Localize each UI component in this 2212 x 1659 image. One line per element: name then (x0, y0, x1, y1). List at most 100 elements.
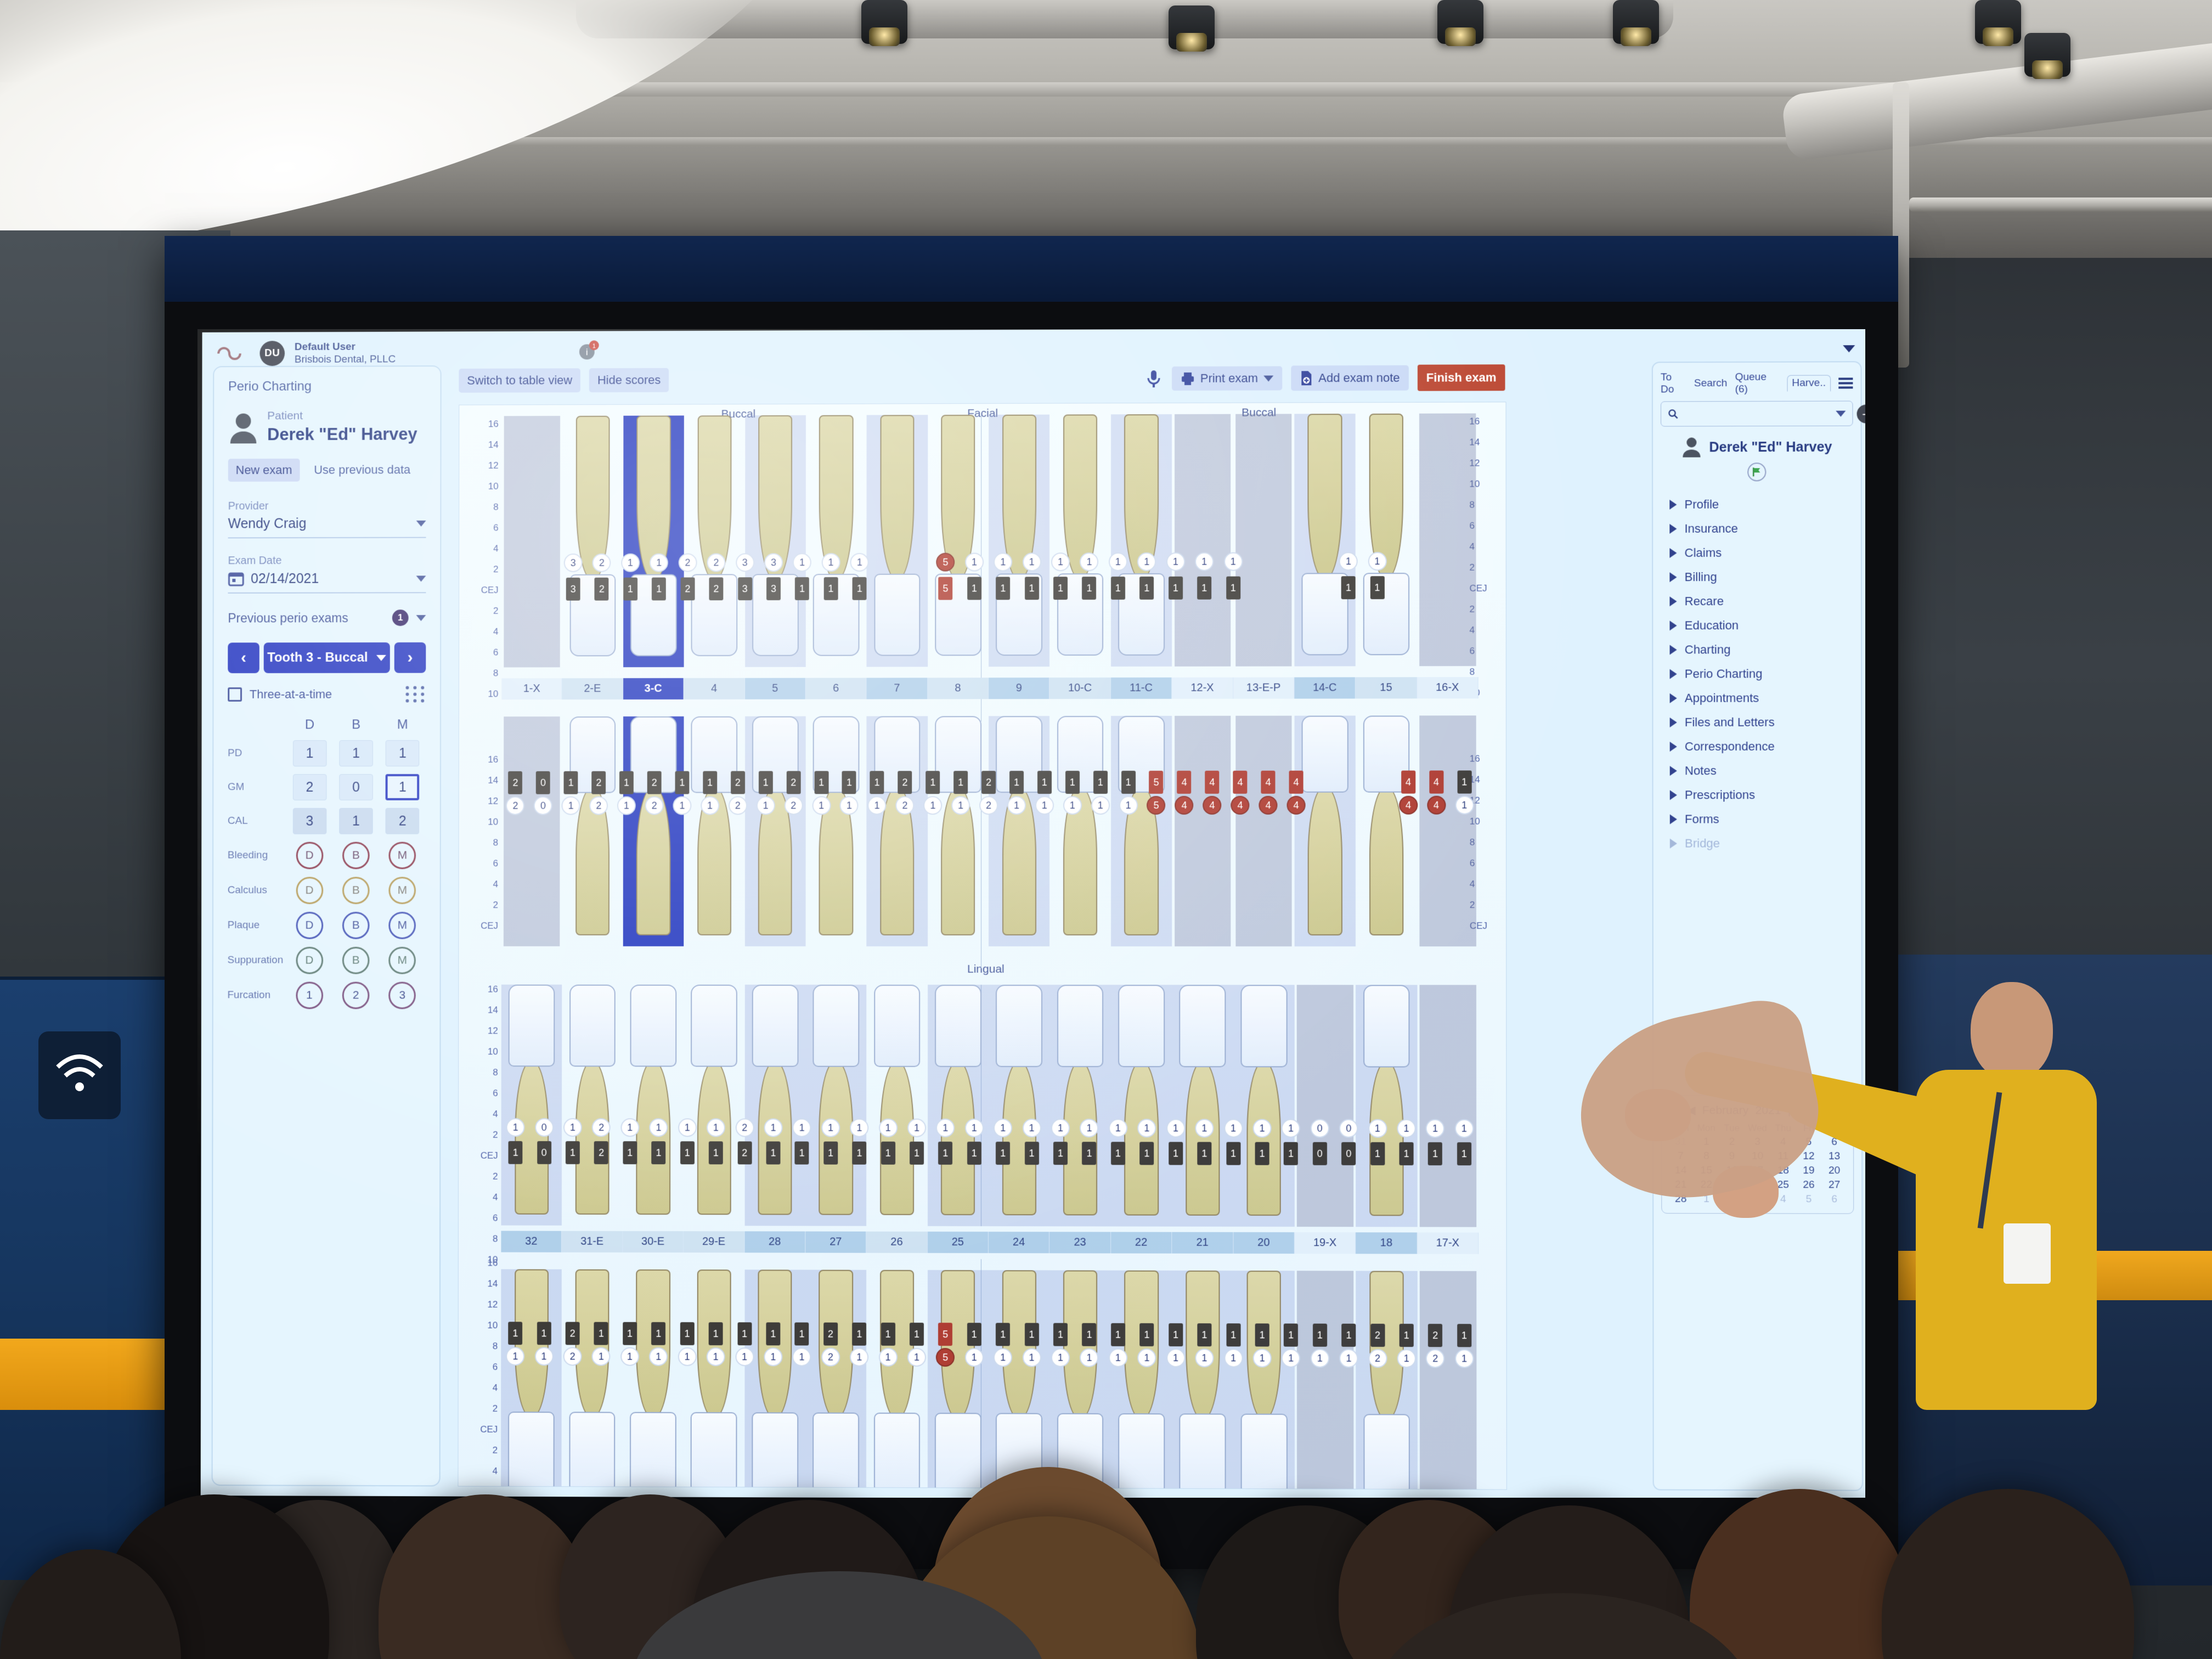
probing-depth-marker[interactable]: 1 (870, 771, 884, 794)
probing-depth-marker[interactable]: 1 (652, 578, 666, 601)
probing-depth-marker[interactable]: 1 (1111, 1142, 1125, 1165)
tab-queue[interactable]: Queue (6) (1735, 371, 1779, 396)
probing-depth-score-bubble[interactable]: 2 (729, 796, 747, 815)
probing-depth-score-bubble[interactable]: 1 (1007, 796, 1026, 815)
probing-depth-score-bubble[interactable]: 1 (965, 553, 984, 572)
tooth-number-cell[interactable]: 23 (1049, 1232, 1110, 1253)
tooth-number-cell[interactable]: 16-X (1417, 677, 1479, 698)
probing-depth-marker[interactable]: 1 (996, 1142, 1010, 1165)
probing-depth-marker[interactable]: 1 (1457, 770, 1471, 793)
probing-depth-score-bubble[interactable]: 1 (621, 554, 640, 572)
probing-depth-score-bubble[interactable]: 1 (821, 1119, 840, 1137)
probing-depth-score-bubble[interactable]: 1 (1252, 1119, 1271, 1138)
probing-depth-marker[interactable]: 1 (814, 771, 828, 794)
probing-depth-marker[interactable]: 1 (1093, 771, 1108, 794)
tooth-number-cell[interactable]: 3-C (623, 678, 684, 699)
new-exam-button[interactable]: New exam (228, 459, 300, 482)
tooth-number-cell[interactable]: 31-E (562, 1231, 623, 1252)
measurement-toggle-circle[interactable]: B (342, 912, 370, 939)
probing-depth-score-bubble[interactable]: 2 (784, 796, 803, 815)
probing-depth-marker[interactable]: 1 (1226, 1142, 1240, 1165)
probing-depth-score-bubble[interactable]: 1 (1109, 1119, 1127, 1137)
probing-depth-marker[interactable]: 2 (595, 578, 609, 601)
measurement-toggle-circle[interactable]: B (342, 842, 370, 869)
probing-depth-marker[interactable]: 1 (1139, 577, 1154, 600)
nav-item-insurance[interactable]: Insurance (1661, 516, 1853, 541)
probing-depth-marker[interactable]: 1 (1169, 577, 1183, 600)
probing-depth-marker[interactable]: 1 (967, 1142, 981, 1165)
measurement-toggle-circle[interactable]: D (296, 912, 323, 939)
probing-depth-score-bubble[interactable]: 1 (617, 797, 636, 815)
tooth-number-cell[interactable]: 17-X (1417, 1233, 1479, 1254)
measurement-toggle-circle[interactable]: 2 (342, 982, 370, 1009)
probing-depth-score-bubble[interactable]: 1 (1368, 552, 1386, 571)
probing-depth-score-bubble[interactable]: 4 (1287, 796, 1306, 815)
probing-depth-score-bubble[interactable]: 1 (678, 1118, 697, 1137)
keypad-grid-icon[interactable] (404, 685, 426, 704)
brand-logo-icon[interactable] (215, 344, 250, 363)
probing-depth-marker[interactable]: 1 (509, 1141, 523, 1164)
probing-depth-marker[interactable]: 0 (537, 1141, 551, 1164)
probing-depth-score-bubble[interactable]: 1 (1035, 796, 1054, 815)
measurement-input-cell[interactable]: 1 (386, 740, 420, 766)
tooth-number-cell[interactable]: 13-E-P (1233, 678, 1295, 699)
probing-depth-score-bubble[interactable]: 1 (1455, 1119, 1474, 1138)
tooth-number-cell[interactable]: 27 (805, 1232, 866, 1253)
measurement-toggle-circle[interactable]: D (296, 842, 323, 870)
probing-depth-score-bubble[interactable]: 1 (821, 553, 840, 572)
measurement-input-cell[interactable]: 1 (386, 774, 420, 800)
probing-depth-score-bubble[interactable]: 5 (1147, 796, 1166, 815)
probing-depth-score-bubble[interactable]: 1 (650, 1118, 668, 1137)
probing-depth-score-bubble[interactable]: 1 (1091, 796, 1110, 815)
probing-depth-marker[interactable]: 1 (1457, 1142, 1471, 1165)
tooth-number-cell[interactable]: 1-X (501, 678, 562, 699)
tooth-number-strip-upper[interactable]: 1-X 2-E 3-C 4 5 6 7 8 9 10-C 11-C 12-X 13-E-P 14-C 15 1… (501, 677, 1478, 699)
provider-select[interactable]: Wendy Craig (228, 516, 426, 539)
tab-search[interactable]: Search (1694, 377, 1728, 390)
measurement-toggle-circle[interactable]: M (389, 947, 416, 974)
probing-depth-score-bubble[interactable]: 1 (907, 1119, 926, 1137)
tab-to-do[interactable]: To Do (1661, 371, 1686, 396)
probing-depth-marker[interactable]: 1 (1284, 1142, 1298, 1165)
probing-depth-marker[interactable]: 1 (852, 1142, 866, 1165)
switch-to-table-view-button[interactable]: Switch to table view (459, 368, 580, 392)
probing-depth-score-bubble[interactable]: 1 (1195, 1119, 1214, 1137)
next-tooth-button[interactable]: › (394, 642, 426, 673)
probing-depth-score-bubble[interactable]: 4 (1175, 796, 1194, 815)
probing-depth-marker[interactable]: 2 (680, 577, 695, 600)
probing-depth-score-bubble[interactable]: 2 (592, 554, 611, 572)
probing-depth-marker[interactable]: 1 (953, 771, 968, 794)
probing-depth-marker[interactable]: 2 (981, 771, 996, 794)
probing-depth-marker[interactable]: 2 (737, 1141, 752, 1164)
tooth-number-cell[interactable]: 25 (928, 1232, 989, 1253)
probing-depth-score-bubble[interactable]: 1 (812, 796, 831, 815)
probing-depth-score-bubble[interactable]: 1 (793, 553, 811, 572)
tooth-number-cell[interactable]: 29-E (684, 1231, 744, 1252)
measurement-toggle-circle[interactable]: D (296, 877, 323, 904)
probing-depth-score-bubble[interactable]: 1 (764, 1119, 782, 1137)
finish-exam-button[interactable]: Finish exam (1418, 364, 1505, 391)
tooth-number-cell[interactable]: 8 (928, 678, 989, 699)
probing-depth-score-bubble[interactable]: 1 (1166, 1119, 1185, 1137)
probing-depth-score-bubble[interactable]: 4 (1427, 796, 1446, 815)
probing-depth-marker[interactable]: 4 (1205, 771, 1220, 794)
probing-depth-marker[interactable]: 4 (1233, 771, 1248, 794)
user-avatar[interactable]: DU (259, 341, 285, 366)
probing-depth-marker[interactable]: 1 (651, 1141, 665, 1164)
probing-depth-score-bubble[interactable]: 1 (868, 796, 887, 815)
probing-depth-score-bubble[interactable]: 1 (1119, 796, 1138, 815)
nav-item-education[interactable]: Education (1661, 613, 1853, 638)
probing-depth-marker[interactable]: 2 (647, 771, 662, 794)
probing-depth-marker[interactable]: 1 (623, 578, 637, 601)
tooth-number-cell[interactable]: 30-E (623, 1231, 684, 1252)
probing-depth-score-bubble[interactable]: 2 (592, 1118, 611, 1137)
tooth-number-cell[interactable]: 22 (1111, 1232, 1172, 1254)
probing-depth-score-bubble[interactable]: 5 (936, 553, 955, 572)
probing-depth-marker[interactable]: 1 (703, 771, 717, 794)
probing-depth-marker[interactable]: 1 (675, 771, 689, 794)
tooth-number-cell[interactable]: 26 (866, 1232, 927, 1253)
print-exam-button[interactable]: Print exam (1172, 366, 1282, 391)
probing-depth-score-bubble[interactable]: 1 (1166, 552, 1185, 571)
probing-depth-marker[interactable]: 1 (823, 577, 838, 600)
probing-depth-score-bubble[interactable]: 1 (994, 552, 1012, 571)
